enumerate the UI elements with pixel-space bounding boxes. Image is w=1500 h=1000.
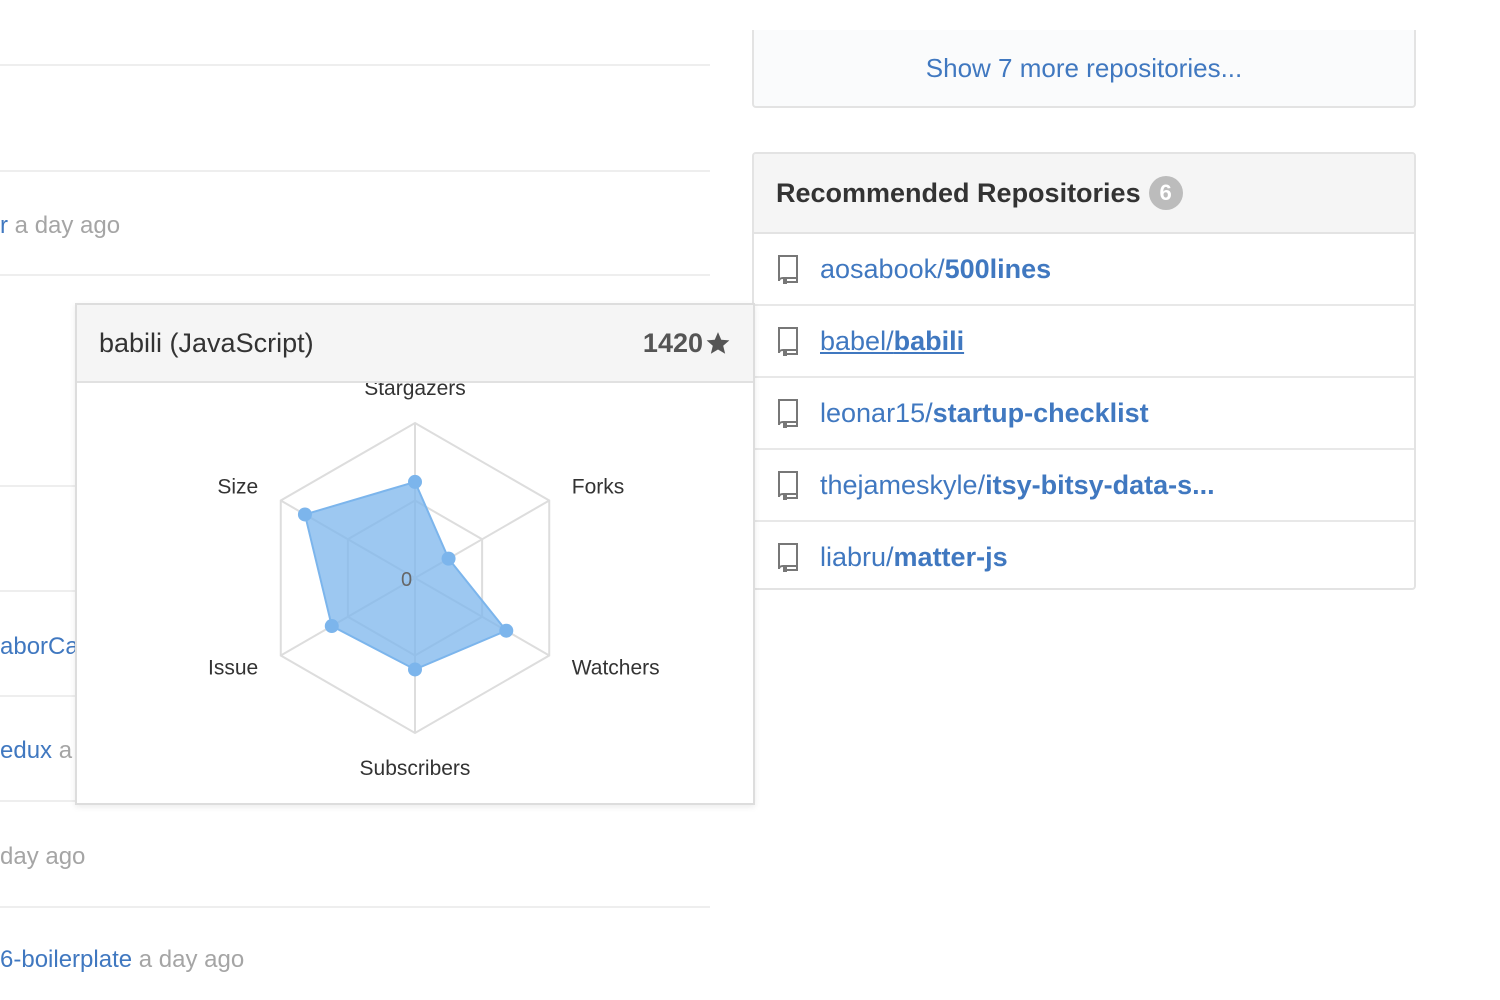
recommended-list: aosabook/500lines babel/babili leonar15/… [754, 234, 1414, 588]
feed-timestamp: a [58, 737, 73, 764]
repo-owner: aosabook/ [820, 253, 945, 284]
repo-icon [778, 543, 798, 572]
repo-link[interactable]: liabru/matter-js [820, 542, 1008, 573]
repo-name: itsy-bitsy-data-s... [985, 469, 1215, 500]
feed-repo-link[interactable]: edux [0, 737, 52, 764]
radar-data-point [297, 507, 312, 522]
recommended-title: Recommended Repositories [776, 177, 1141, 208]
recommended-item[interactable]: liabru/matter-js [754, 522, 1414, 588]
popover-header: babili (JavaScript) 1420 [77, 305, 753, 383]
feed-repo-link[interactable]: 6-boilerplate [0, 946, 132, 973]
popover-title: babili (JavaScript) [99, 327, 314, 358]
repo-icon [778, 471, 798, 500]
repo-link[interactable]: babel/babili [820, 326, 964, 357]
show-more-box: Show 7 more repositories... [752, 30, 1416, 108]
repo-name: 500lines [944, 253, 1052, 284]
recommended-item[interactable]: leonar15/startup-checklist [754, 378, 1414, 450]
feed-timestamp: a day ago [14, 212, 121, 239]
radar-data-point [408, 474, 422, 489]
radar-data-point [441, 551, 456, 566]
recommended-item[interactable]: thejameskyle/itsy-bitsy-data-s... [754, 450, 1414, 522]
radar-axis-label: Issue [208, 657, 258, 680]
repo-icon [778, 327, 798, 356]
feed-item: aborCa [0, 633, 79, 661]
feed-timestamp: day ago [0, 843, 86, 870]
radar-axis-label: Stargazers [364, 383, 466, 400]
repo-link[interactable]: aosabook/500lines [820, 254, 1051, 285]
repo-icon [778, 399, 798, 428]
radar-axis-label: Watchers [572, 657, 660, 680]
recommended-header: Recommended Repositories 6 [754, 154, 1414, 234]
repo-owner: liabru/ [820, 541, 894, 572]
recommended-item[interactable]: aosabook/500lines [754, 234, 1414, 306]
radar-center-label: 0 [401, 569, 412, 591]
feed-divider [0, 274, 710, 276]
feed-divider [0, 170, 710, 172]
radar-data-point [408, 662, 422, 677]
feed-item: day ago [0, 843, 85, 871]
repo-link[interactable]: leonar15/startup-checklist [820, 398, 1149, 429]
feed-repo-link[interactable]: aborCa [0, 633, 79, 660]
radar-data-point [324, 619, 339, 634]
radar-axis-label: Forks [572, 476, 625, 499]
radar-chart: 0 Stargazers Forks Watchers Subscribers Issue… [208, 383, 660, 780]
repo-name: matter-js [893, 541, 1008, 572]
popover-star-count: 1420 [643, 328, 731, 359]
feed-timestamp: a day ago [138, 946, 245, 973]
radar-axis-label: Subscribers [360, 757, 471, 780]
feed-item: edux a [0, 737, 72, 765]
repo-owner: babel/ [820, 325, 894, 356]
repo-link[interactable]: thejameskyle/itsy-bitsy-data-s... [820, 470, 1215, 501]
recommended-item[interactable]: babel/babili [754, 306, 1414, 378]
recommended-repositories-panel: Recommended Repositories 6 aosabook/500l… [752, 152, 1416, 590]
repo-owner: leonar15/ [820, 397, 933, 428]
star-icon [706, 332, 730, 354]
feed-item: 6-boilerplate a day ago [0, 946, 244, 974]
repo-name: babili [893, 325, 965, 356]
star-count-value: 1420 [642, 327, 703, 358]
feed-divider [0, 906, 710, 908]
feed-divider [0, 64, 710, 66]
show-more-repositories-link[interactable]: Show 7 more repositories... [926, 53, 1242, 84]
feed-repo-link[interactable]: r [0, 212, 8, 239]
recommended-count-badge: 6 [1148, 176, 1183, 210]
repo-name: startup-checklist [932, 397, 1149, 428]
repo-owner: thejameskyle/ [820, 469, 986, 500]
repo-popover: babili (JavaScript) 1420 0 Stargazers Fork… [75, 303, 755, 805]
radar-axis-label: Size [217, 476, 258, 499]
repo-icon [778, 255, 798, 284]
radar-data-point [499, 623, 514, 638]
feed-item: r a day ago [0, 212, 120, 240]
